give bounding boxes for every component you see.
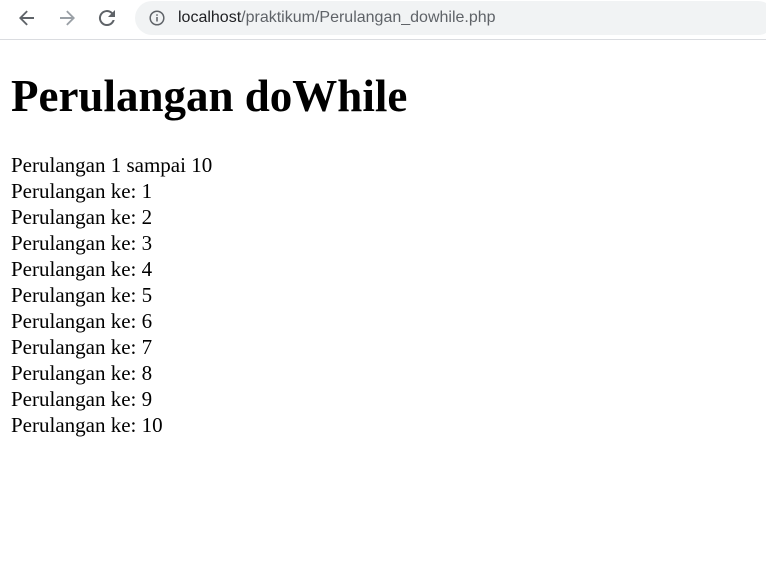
loop-line: Perulangan ke: 4	[11, 257, 153, 281]
back-button[interactable]	[11, 4, 43, 32]
loop-output: Perulangan 1 sampai 10 Perulangan ke: 1 …	[11, 152, 756, 438]
loop-line: Perulangan ke: 5	[11, 283, 153, 307]
loop-line: Perulangan ke: 2	[11, 205, 153, 229]
reload-button[interactable]	[91, 4, 123, 32]
intro-line: Perulangan 1 sampai 10	[11, 153, 213, 177]
loop-line: Perulangan ke: 3	[11, 231, 153, 255]
forward-button[interactable]	[51, 4, 83, 32]
address-bar[interactable]: localhost/praktikum/Perulangan_dowhile.p…	[135, 1, 766, 35]
arrow-left-icon	[19, 10, 34, 26]
loop-line: Perulangan ke: 1	[11, 179, 153, 203]
url-host: localhost	[178, 9, 242, 26]
arrow-right-icon	[60, 10, 75, 26]
loop-line: Perulangan ke: 9	[11, 387, 153, 411]
info-circle-icon[interactable]	[149, 10, 165, 26]
url-text[interactable]: localhost/praktikum/Perulangan_dowhile.p…	[178, 8, 496, 28]
url-path: /praktikum/Perulangan_dowhile.php	[241, 9, 496, 26]
page-title: Perulangan doWhile	[11, 71, 408, 121]
loop-line: Perulangan ke: 7	[11, 335, 153, 359]
reload-icon	[98, 10, 115, 27]
loop-line: Perulangan ke: 6	[11, 309, 153, 333]
loop-line: Perulangan ke: 10	[11, 413, 163, 437]
page-content: Perulangan doWhile Perulangan 1 sampai 1…	[11, 41, 756, 438]
browser-toolbar: localhost/praktikum/Perulangan_dowhile.p…	[0, 0, 766, 40]
loop-line: Perulangan ke: 8	[11, 361, 153, 385]
